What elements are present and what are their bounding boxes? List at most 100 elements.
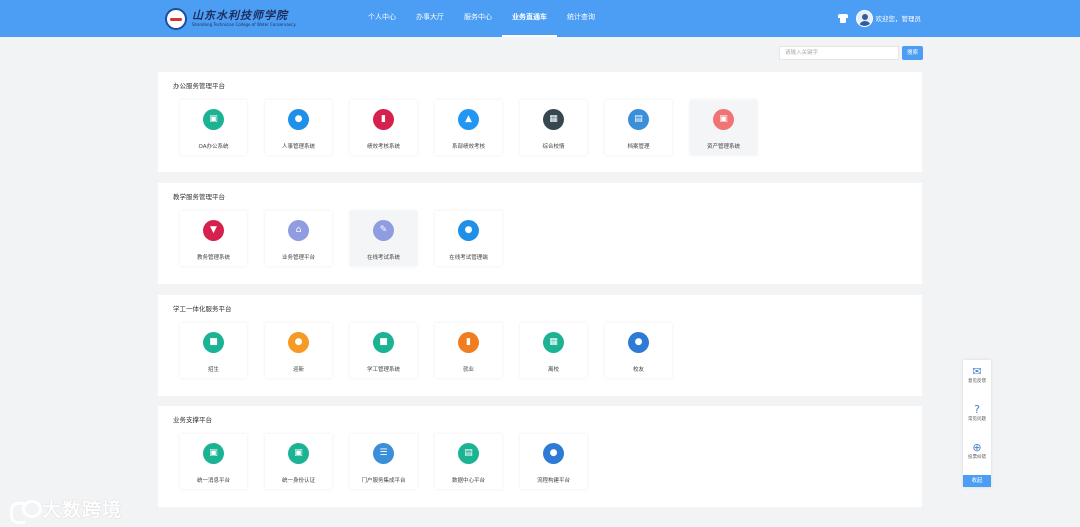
card-label: 系部绩效考核 — [451, 144, 485, 150]
shirt-icon[interactable] — [837, 13, 848, 23]
layers-icon: ☰ — [373, 443, 394, 464]
card-label: 统一消息平台 — [196, 478, 230, 484]
card-archive-management[interactable]: ▤ 档案管理 — [605, 100, 672, 155]
card-employment[interactable]: ▮ 就业 — [435, 323, 502, 378]
card-business-management[interactable]: ⌂ 业务管理平台 — [265, 211, 332, 266]
card-online-exam[interactable]: ✎ 在线考试系统 — [350, 211, 417, 266]
nav-statistics[interactable]: 统计查询 — [557, 0, 605, 37]
card-oa-system[interactable]: ▣ OA办公系统 — [180, 100, 247, 155]
welcome-text[interactable]: 欢迎您，管理员 — [876, 13, 922, 23]
card-portal-integration[interactable]: ☰ 门户服务集成平台 — [350, 434, 417, 489]
card-data-center[interactable]: ▤ 数据中心平台 — [435, 434, 502, 489]
card-label: 数据中心平台 — [451, 478, 485, 484]
briefcase-icon: ▤ — [458, 443, 479, 464]
float-label: 常见问题 — [968, 417, 986, 422]
question-icon: ? — [974, 402, 980, 416]
card-list: ▼ 教务管理系统 ⌂ 业务管理平台 ✎ 在线考试系统 ● 在线考试管理端 — [180, 211, 520, 266]
card-label: 统一身份认证 — [281, 478, 315, 484]
card-workflow-builder[interactable]: ● 流程构建平台 — [520, 434, 587, 489]
card-label: 在线考试管理端 — [449, 255, 488, 261]
bar-chart-icon: ▮ — [458, 332, 479, 353]
card-graduation-leave[interactable]: ▦ 离校 — [520, 323, 587, 378]
house-icon: ⌂ — [288, 220, 309, 241]
search-input[interactable] — [779, 46, 899, 60]
card-alumni[interactable]: ● 校友 — [605, 323, 672, 378]
mail-icon: ✉ — [972, 364, 982, 378]
card-online-exam-admin[interactable]: ● 在线考试管理端 — [435, 211, 502, 266]
card-asset-management[interactable]: ▣ 资产管理系统 — [690, 100, 757, 155]
asset-icon: ▣ — [713, 109, 734, 130]
card-unified-identity[interactable]: ▣ 统一身份认证 — [265, 434, 332, 489]
growth-chart-icon: ▲ — [458, 109, 479, 130]
card-label: 就业 — [462, 367, 474, 373]
group-icon: ● — [543, 443, 564, 464]
section-title: 办公服务管理平台 — [173, 82, 225, 90]
card-label: 招生 — [207, 367, 219, 373]
presentation-icon: ▣ — [288, 443, 309, 464]
card-label: 门户服务集成平台 — [361, 478, 406, 484]
card-label: 业务管理平台 — [281, 255, 315, 261]
card-label: 在线考试系统 — [366, 255, 400, 261]
nav-personal-center[interactable]: 个人中心 — [358, 0, 406, 37]
card-campus-overview[interactable]: ▦ 综合校情 — [520, 100, 587, 155]
collapse-button[interactable]: 收起 — [963, 475, 991, 487]
id-card-icon: ■ — [203, 332, 224, 353]
logo-english-name: Shandong Technician College of Water Con… — [192, 22, 296, 27]
card-student-management[interactable]: ■ 学工管理系统 — [350, 323, 417, 378]
watermark: 大数跨境 — [10, 495, 123, 524]
presentation-icon: ▣ — [203, 109, 224, 130]
card-department-performance[interactable]: ▲ 系部绩效考核 — [435, 100, 502, 155]
watermark-logo-icon — [10, 498, 42, 524]
card-unified-message[interactable]: ▣ 统一消息平台 — [180, 434, 247, 489]
report-error-button[interactable]: ⊕ 投票纠错 — [963, 440, 991, 461]
card-academic-affairs[interactable]: ▼ 教务管理系统 — [180, 211, 247, 266]
search-button[interactable]: 搜索 — [902, 46, 923, 60]
nav-service-center[interactable]: 服务中心 — [454, 0, 502, 37]
card-label: 离校 — [547, 367, 559, 373]
card-label: 资产管理系统 — [706, 144, 740, 150]
top-header: 山东水利技师学院 Shandong Technician College of … — [0, 0, 1080, 37]
monitor-icon: ▣ — [203, 443, 224, 464]
avatar[interactable] — [855, 9, 873, 27]
section-support-platform: 业务支撑平台 ▣ 统一消息平台 ▣ 统一身份认证 ☰ 门户服务集成平台 ▤ 数据… — [158, 406, 922, 507]
card-hr-system[interactable]: ● 人事管理系统 — [265, 100, 332, 155]
main-nav: 个人中心 办事大厅 服务中心 业务直通车 统计查询 — [358, 0, 605, 37]
float-label: 意见反馈 — [968, 379, 986, 384]
college-logo[interactable]: 山东水利技师学院 Shandong Technician College of … — [165, 6, 296, 31]
logo-chinese-name: 山东水利技师学院 — [192, 9, 288, 22]
card-list: ■ 招生 ● 迎新 ■ 学工管理系统 ▮ 就业 ▦ 离校 ● 校友 — [180, 323, 690, 378]
section-title: 教学服务管理平台 — [173, 193, 225, 201]
user-area: 欢迎您，管理员 — [837, 8, 922, 28]
edit-icon: ✎ — [373, 220, 394, 241]
card-performance-system[interactable]: ▮ 绩效考核系统 — [350, 100, 417, 155]
faq-button[interactable]: ? 常见问题 — [963, 402, 991, 423]
card-label: OA办公系统 — [198, 144, 229, 150]
nav-business-express[interactable]: 业务直通车 — [502, 0, 557, 37]
college-emblem-icon — [165, 7, 187, 30]
card-enrollment[interactable]: ■ 招生 — [180, 323, 247, 378]
card-label: 人事管理系统 — [281, 144, 315, 150]
card-list: ▣ 统一消息平台 ▣ 统一身份认证 ☰ 门户服务集成平台 ▤ 数据中心平台 ● … — [180, 434, 605, 489]
people-icon: ● — [288, 332, 309, 353]
card-label: 校友 — [632, 367, 644, 373]
watermark-text: 大数跨境 — [42, 499, 123, 521]
card-label: 绩效考核系统 — [366, 144, 400, 150]
calendar-icon: ▦ — [543, 332, 564, 353]
float-label: 投票纠错 — [968, 455, 986, 460]
search-bar: 搜索 — [779, 46, 923, 60]
group-icon: ● — [628, 332, 649, 353]
logo-text: 山东水利技师学院 Shandong Technician College of … — [192, 9, 296, 28]
card-label: 流程构建平台 — [536, 478, 570, 484]
feedback-button[interactable]: ✉ 意见反馈 — [963, 364, 991, 385]
card-freshmen-welcome[interactable]: ● 迎新 — [265, 323, 332, 378]
card-label: 档案管理 — [627, 144, 650, 150]
card-label: 迎新 — [292, 367, 304, 373]
section-title: 学工一体化服务平台 — [173, 305, 232, 313]
nav-service-hall[interactable]: 办事大厅 — [406, 0, 454, 37]
bar-chart-icon: ▮ — [373, 109, 394, 130]
id-badge-icon: ■ — [373, 332, 394, 353]
card-label: 学工管理系统 — [366, 367, 400, 373]
section-office-platform: 办公服务管理平台 ▣ OA办公系统 ● 人事管理系统 ▮ 绩效考核系统 ▲ 系部… — [158, 72, 922, 172]
side-float-panel: ✉ 意见反馈 ? 常见问题 ⊕ 投票纠错 收起 — [963, 360, 991, 487]
section-teaching-platform: 教学服务管理平台 ▼ 教务管理系统 ⌂ 业务管理平台 ✎ 在线考试系统 ● 在线… — [158, 183, 922, 284]
